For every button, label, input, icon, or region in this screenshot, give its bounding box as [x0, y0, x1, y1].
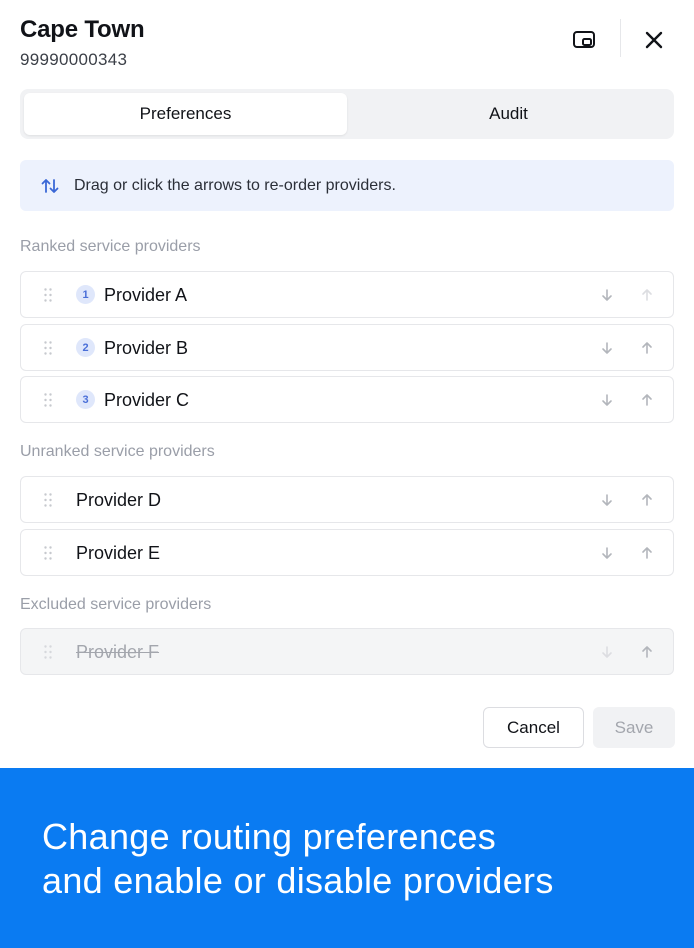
banner-line-2: and enable or disable providers	[42, 860, 554, 901]
popout-window-icon	[573, 31, 595, 48]
provider-name: Provider B	[104, 338, 189, 358]
arrow-up-icon	[642, 394, 652, 406]
drag-handle-icon[interactable]	[43, 340, 53, 356]
arrow-down-icon	[602, 394, 612, 406]
tab-preferences[interactable]: Preferences	[24, 93, 347, 135]
drag-handle-icon[interactable]	[43, 644, 53, 660]
close-button[interactable]	[636, 22, 672, 58]
arrow-up-icon	[642, 646, 652, 658]
cancel-button[interactable]: Cancel	[483, 707, 584, 748]
rank-badge: 2	[76, 338, 95, 357]
provider-name: Provider F	[76, 642, 160, 662]
move-up-button[interactable]	[636, 641, 658, 663]
arrow-down-icon	[602, 494, 612, 506]
move-down-button[interactable]	[596, 489, 618, 511]
excluded-section-label: Excluded service providers	[20, 596, 212, 613]
reorder-hint: Drag or click the arrows to re-order pro…	[20, 160, 674, 211]
save-button[interactable]: Save	[593, 707, 675, 748]
promo-banner: Change routing preferences and enable or…	[0, 768, 694, 948]
arrow-down-icon	[602, 289, 612, 301]
page-subtitle: 99990000343	[20, 50, 128, 69]
move-down-button[interactable]	[596, 641, 618, 663]
arrow-down-icon	[602, 342, 612, 354]
sort-arrows-icon	[40, 176, 60, 196]
popout-button[interactable]	[566, 22, 602, 58]
provider-row-e[interactable]: Provider E	[20, 529, 674, 576]
arrow-up-icon	[642, 547, 652, 559]
arrow-up-icon	[642, 342, 652, 354]
hint-text: Drag or click the arrows to re-order pro…	[74, 176, 396, 194]
drag-handle-icon[interactable]	[43, 392, 53, 408]
tab-bar: Preferences Audit	[20, 89, 674, 139]
provider-row-b[interactable]: 2 Provider B	[20, 324, 674, 371]
move-up-button[interactable]	[636, 389, 658, 411]
page-title: Cape Town	[20, 16, 145, 43]
ranked-section-label: Ranked service providers	[20, 238, 201, 255]
provider-name: Provider E	[76, 543, 161, 563]
move-up-button[interactable]	[636, 284, 658, 306]
unranked-section-label: Unranked service providers	[20, 443, 215, 460]
rank-badge: 1	[76, 285, 95, 304]
rank-badge: 3	[76, 390, 95, 409]
drag-handle-icon[interactable]	[43, 545, 53, 561]
move-down-button[interactable]	[596, 542, 618, 564]
banner-line-1: Change routing preferences	[42, 816, 497, 857]
drag-handle-icon[interactable]	[43, 492, 53, 508]
move-up-button[interactable]	[636, 337, 658, 359]
provider-row-c[interactable]: 3 Provider C	[20, 376, 674, 423]
provider-name: Provider C	[104, 390, 190, 410]
header-divider	[620, 19, 621, 57]
move-down-button[interactable]	[596, 389, 618, 411]
move-up-button[interactable]	[636, 542, 658, 564]
arrow-up-icon	[642, 494, 652, 506]
drag-handle-icon[interactable]	[43, 287, 53, 303]
tab-audit[interactable]: Audit	[347, 93, 670, 135]
provider-name: Provider D	[76, 490, 162, 510]
move-down-button[interactable]	[596, 337, 618, 359]
close-icon	[645, 31, 663, 49]
provider-row-f[interactable]: Provider F	[20, 628, 674, 675]
arrow-down-icon	[602, 646, 612, 658]
arrow-up-icon	[642, 289, 652, 301]
panel-header: Cape Town 99990000343	[20, 14, 674, 74]
provider-row-d[interactable]: Provider D	[20, 476, 674, 523]
provider-name: Provider A	[104, 285, 188, 305]
arrow-down-icon	[602, 547, 612, 559]
move-up-button[interactable]	[636, 489, 658, 511]
move-down-button[interactable]	[596, 284, 618, 306]
provider-row-a[interactable]: 1 Provider A	[20, 271, 674, 318]
